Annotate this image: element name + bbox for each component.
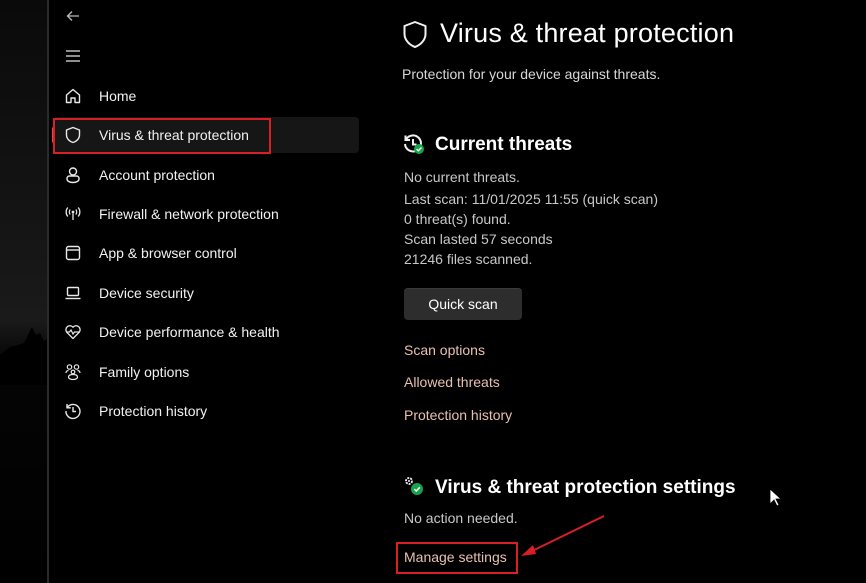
protection-settings-heading: Virus & threat protection settings [435,477,736,498]
sidebar-item-virus-threat-protection[interactable]: Virus & threat protection [52,117,359,153]
sidebar-item-label: Virus & threat protection [99,127,249,143]
current-threats-heading: Current threats [435,134,573,155]
sidebar-item-label: Protection history [99,403,208,419]
sidebar-item-account-protection[interactable]: Account protection [53,157,359,193]
arrow-left-icon [66,11,79,21]
quick-scan-button[interactable]: Quick scan [404,288,522,320]
shield-icon [402,20,428,55]
menu-button[interactable] [63,46,83,66]
family-icon [63,362,83,382]
laptop-icon [63,283,83,303]
mouse-cursor-icon [769,488,783,507]
history-clock-icon [63,401,83,421]
scan-options-link[interactable]: Scan options [404,342,485,358]
sidebar-item-label: Account protection [99,167,215,183]
threat-status: No current threats. [404,169,520,185]
shield-icon [63,125,83,145]
app-window-icon [63,243,83,263]
sidebar-item-label: App & browser control [99,245,237,261]
page-title: Virus & threat protection [440,18,735,48]
back-button[interactable] [63,6,83,26]
sidebar-item-firewall-network-protection[interactable]: Firewall & network protection [53,196,359,232]
sidebar-item-label: Family options [99,364,190,380]
sidebar-item-label: Firewall & network protection [99,206,279,222]
scan-history-check-icon [402,133,426,160]
desktop-background [0,0,47,583]
hamburger-icon [66,50,80,62]
sidebar-item-family-options[interactable]: Family options [53,354,359,390]
sidebar-item-protection-history[interactable]: Protection history [53,393,359,429]
sidebar-item-label: Device performance & health [99,324,280,340]
threats-found: 0 threat(s) found. [404,211,511,227]
heart-pulse-icon [63,322,83,342]
protection-history-link[interactable]: Protection history [404,407,512,423]
selection-indicator [52,127,55,143]
settings-gear-check-icon [402,475,426,502]
sidebar-item-home[interactable]: Home [53,78,359,114]
wireless-antenna-icon [63,204,83,224]
scan-duration: Scan lasted 57 seconds [404,231,553,247]
home-icon [63,86,83,106]
person-icon [63,165,83,185]
sidebar-item-app-browser-control[interactable]: App & browser control [53,235,359,271]
last-scan-info: Last scan: 11/01/2025 11:55 (quick scan) [404,191,658,207]
manage-settings-link[interactable]: Manage settings [404,549,507,565]
settings-status: No action needed. [404,510,518,526]
main-content: Virus & threat protection Protection for… [380,0,866,583]
sidebar-item-label: Home [99,88,137,104]
tree-silhouette [0,327,47,385]
sidebar: Home Virus & threat protection Account p… [49,0,369,583]
sidebar-item-device-security[interactable]: Device security [53,275,359,311]
files-scanned: 21246 files scanned. [404,251,533,267]
page-subtitle: Protection for your device against threa… [402,66,661,82]
sidebar-item-device-performance-health[interactable]: Device performance & health [53,314,359,350]
allowed-threats-link[interactable]: Allowed threats [404,374,500,390]
sidebar-item-label: Device security [99,285,194,301]
